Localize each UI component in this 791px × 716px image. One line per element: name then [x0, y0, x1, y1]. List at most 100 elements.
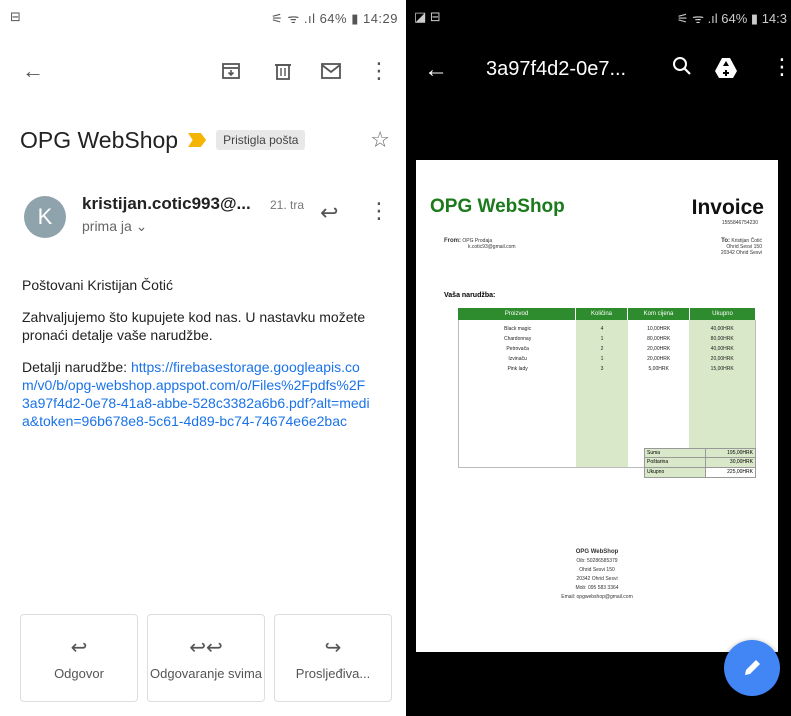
- sender-email[interactable]: kristijan.cotic993@...: [82, 194, 251, 214]
- reply-label: Odgovor: [54, 666, 104, 681]
- file-name: 3a97f4d2-0e7...: [486, 58, 627, 80]
- gmail-toolbar: ← ⋮: [0, 48, 404, 94]
- back-arrow-icon[interactable]: ←: [18, 56, 48, 86]
- cell: 3: [600, 366, 604, 372]
- cell: 2: [600, 346, 604, 352]
- cell: 20,00HRK: [710, 356, 734, 362]
- important-marker-icon[interactable]: [188, 133, 207, 147]
- cell: 4: [600, 326, 604, 332]
- reply-all-button[interactable]: ↩↩ Odgovaranje svima: [147, 614, 265, 702]
- footer-line: 20342 Ohrid Sesvi: [576, 576, 618, 582]
- reply-button[interactable]: ↩ Odgovor: [20, 614, 138, 702]
- cell: 80,00HRK: [710, 336, 734, 342]
- edit-fab-button[interactable]: [724, 640, 780, 696]
- message-body: Poštovani Kristijan Čotić Zahvaljujemo š…: [22, 276, 372, 444]
- cell: 10,00HRK: [647, 326, 671, 332]
- forward-button[interactable]: ↪ Prosljeđiva...: [274, 614, 392, 702]
- table-rows: Black magic 4 10,00HRK 40,00HRK Chardonn…: [459, 324, 755, 374]
- totals-row: Poštarina 30,00HRK: [644, 458, 756, 468]
- cell: 1: [600, 336, 604, 342]
- details-paragraph: Detalji narudžbe: https://firebasestorag…: [22, 358, 372, 430]
- delete-icon[interactable]: [268, 56, 298, 86]
- totals-label: Ukupno: [645, 468, 706, 477]
- message-more-icon[interactable]: ⋮: [368, 198, 390, 224]
- invoice-to: To: Kristijan Čotić Ohrid Sesvi 150 2034…: [721, 238, 762, 256]
- invoice-from: From: OPG Prodaja k.cotic93@gmail.com: [444, 238, 516, 250]
- status-left: ◪ ⊟: [414, 9, 441, 24]
- cell: 1: [600, 356, 604, 362]
- cell: 80,00HRK: [647, 336, 671, 342]
- cell: Petrovača: [506, 346, 529, 352]
- totals-value: 225,00HRK: [727, 469, 753, 475]
- table-body: Black magic 4 10,00HRK 40,00HRK Chardonn…: [458, 320, 756, 468]
- table-row: Black magic 4 10,00HRK 40,00HRK: [459, 324, 755, 334]
- more-vert-icon[interactable]: ⋮: [771, 54, 791, 80]
- cell: 15,00HRK: [710, 366, 734, 372]
- mark-unread-icon[interactable]: [316, 56, 346, 86]
- cell: 20,00HRK: [647, 346, 671, 352]
- add-to-drive-icon[interactable]: [714, 57, 738, 81]
- pencil-icon: [745, 660, 760, 675]
- status-right: ⚟ ᯤ .ıl 64% ▮ 14:29: [271, 11, 398, 26]
- subject-row: OPG WebShop Pristigla pošta ☆: [20, 122, 390, 158]
- pdf-viewer-panel: ◪ ⊟ ⚟ ᯤ .ıl 64% ▮ 14:3 ← 3a97f4d2-0e7...…: [406, 0, 791, 716]
- footer-line: Email: opgwebshop@gmail.com: [561, 594, 633, 600]
- table-row: Pink lady 3 5,00HRK 15,00HRK: [459, 364, 755, 374]
- order-label: Vaša narudžba:: [444, 292, 496, 299]
- footer-line: Oib: 50286585379: [576, 558, 618, 564]
- message-date: 21. tra: [270, 198, 305, 212]
- pdf-page: OPG WebShop Invoice 1555846754230 From: …: [416, 160, 778, 652]
- invoice-title: Invoice: [691, 196, 764, 219]
- status-bar: ◪ ⊟ ⚟ ᯤ .ıl 64% ▮ 14:3: [406, 0, 791, 34]
- table-row: Chardonnay 1 80,00HRK 80,00HRK: [459, 334, 755, 344]
- to-line: 20342 Ohrid Sesvi: [720, 250, 762, 256]
- search-icon[interactable]: [672, 56, 692, 82]
- from-line: k.cotic93@gmail.com: [468, 244, 516, 250]
- invoice-footer: OPG WebShop Oib: 50286585379 Ohrid Sesvi…: [416, 548, 778, 602]
- cell: Chardonnay: [503, 336, 532, 342]
- cell: 20,00HRK: [647, 356, 671, 362]
- totals-table: Suma 195,00HRK Poštarina 30,00HRK Ukupno…: [644, 448, 756, 478]
- cell: 40,00HRK: [710, 326, 734, 332]
- status-right: ⚟ ᯤ .ıl 64% ▮ 14:3: [676, 11, 787, 26]
- reply-all-icon: ↩↩: [189, 637, 223, 659]
- header-cell: Kom cijena: [628, 308, 690, 320]
- forward-icon: ↪: [324, 637, 342, 659]
- totals-label: Poštarina: [645, 458, 706, 467]
- status-left: ⊟: [10, 9, 21, 24]
- header-cell: Količina: [576, 308, 628, 320]
- reply-actions: ↩ Odgovor ↩↩ Odgovaranje svima ↪ Proslje…: [20, 614, 392, 702]
- footer-line: Ohrid Sesvi 150: [579, 567, 615, 573]
- gmail-panel: ⊟ ⚟ ᯤ .ıl 64% ▮ 14:29 ← ⋮ OPG WebShop Pr…: [0, 0, 404, 716]
- avatar[interactable]: K: [24, 196, 66, 238]
- forward-label: Prosljeđiva...: [295, 666, 371, 681]
- header-cell: Ukupno: [690, 308, 756, 320]
- header-cell: Proizvod: [458, 308, 576, 320]
- totals-value: 195,00HRK: [727, 450, 753, 456]
- more-vert-icon[interactable]: ⋮: [364, 56, 394, 86]
- inbox-label[interactable]: Pristigla pošta: [216, 130, 306, 150]
- screen: ⊟ ⚟ ᯤ .ıl 64% ▮ 14:29 ← ⋮ OPG WebShop Pr…: [0, 0, 791, 716]
- details-label: Detalji narudžbe:: [22, 359, 128, 375]
- table-row: Petrovača 2 20,00HRK 40,00HRK: [459, 344, 755, 354]
- star-icon[interactable]: ☆: [370, 127, 390, 153]
- sender-row: K kristijan.cotic993@... 21. tra prima j…: [20, 192, 394, 242]
- cell: Pink lady: [507, 366, 528, 372]
- footer-line: Mob: 095 583 3364: [575, 585, 619, 591]
- cell: Izvinaču: [508, 356, 527, 362]
- reply-icon[interactable]: ↩: [320, 200, 338, 226]
- greeting: Poštovani Kristijan Čotić: [22, 277, 173, 293]
- invoice-number: 1555846754230: [721, 220, 758, 226]
- invoice-brand: OPG WebShop: [430, 196, 565, 217]
- cell: 40,00HRK: [710, 346, 734, 352]
- table-row: Izvinaču 1 20,00HRK 20,00HRK: [459, 354, 755, 364]
- reply-icon: ↩: [70, 637, 88, 659]
- recipient-toggle[interactable]: prima ja ⌄: [82, 218, 147, 235]
- cell: Black magic: [504, 326, 532, 332]
- status-bar: ⊟ ⚟ ᯤ .ıl 64% ▮ 14:29: [0, 0, 404, 34]
- back-arrow-icon[interactable]: ←: [424, 56, 448, 84]
- table-header: Proizvod Količina Kom cijena Ukupno: [458, 308, 756, 320]
- archive-icon[interactable]: [216, 56, 246, 86]
- cell: 5,00HRK: [648, 366, 669, 372]
- order-table: Proizvod Količina Kom cijena Ukupno Blac…: [458, 308, 756, 468]
